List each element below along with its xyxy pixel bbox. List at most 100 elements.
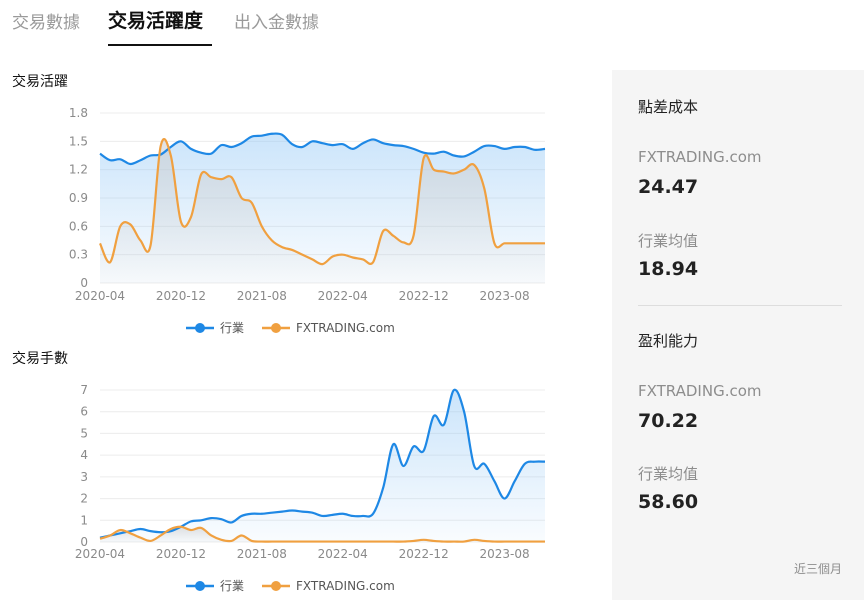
broker-data-point (170, 528, 172, 530)
industry-data-point (311, 511, 313, 513)
industry-data-point (463, 411, 465, 413)
broker-data-point (331, 540, 333, 542)
spread-cost-heading: 點差成本 (638, 98, 699, 116)
y-tick-label: 2 (80, 492, 88, 506)
broker-data-point (362, 258, 364, 260)
industry-data-point (372, 513, 374, 515)
industry-data-point (281, 510, 283, 512)
industry-data-point (220, 144, 222, 146)
broker-data-point (443, 540, 445, 542)
x-tick-label: 2021-08 (237, 289, 287, 303)
industry-data-point (493, 145, 495, 147)
broker-data-point (463, 168, 465, 170)
broker-data-point (372, 540, 374, 542)
x-tick-label: 2022-04 (318, 289, 368, 303)
broker-data-point (281, 540, 283, 542)
profit-broker-label: FXTRADING.com (638, 382, 762, 400)
industry-data-point (412, 445, 414, 447)
profit-broker-value: 70.22 (638, 410, 699, 432)
broker-data-point (291, 540, 293, 542)
activity-chart-title: 交易活躍 (12, 74, 68, 90)
industry-data-point (210, 517, 212, 519)
broker-data-point (443, 170, 445, 172)
tab-trading-data[interactable]: 交易數據 (12, 8, 80, 33)
broker-data-point (159, 145, 161, 147)
industry-data-point (271, 133, 273, 135)
legend-item-industry[interactable]: 行業 (186, 579, 244, 593)
industry-data-point (200, 519, 202, 521)
broker-data-point (129, 532, 131, 534)
broker-data-point (433, 540, 435, 542)
industry-data-point (321, 142, 323, 144)
x-tick-label: 2021-08 (237, 547, 287, 561)
industry-data-point (402, 145, 404, 147)
industry-data-point (149, 530, 151, 532)
legend-item-industry[interactable]: 行業 (186, 321, 244, 335)
industry-data-point (190, 520, 192, 522)
industry-data-point (453, 154, 455, 156)
broker-data-point (392, 235, 394, 237)
broker-data-point (261, 225, 263, 227)
broker-data-point (402, 540, 404, 542)
panel-divider (638, 305, 842, 306)
broker-data-point (99, 242, 101, 244)
broker-data-point (210, 176, 212, 178)
broker-data-point (402, 241, 404, 243)
industry-data-point (129, 163, 131, 165)
legend-label: FXTRADING.com (296, 321, 395, 335)
broker-data-point (271, 540, 273, 542)
broker-data-point (412, 540, 414, 542)
broker-data-point (271, 239, 273, 241)
industry-data-point (443, 151, 445, 153)
broker-data-point (170, 154, 172, 156)
legend-item-broker[interactable]: FXTRADING.com (262, 321, 395, 335)
broker-data-point (281, 246, 283, 248)
x-tick-label: 2022-12 (399, 289, 449, 303)
industry-data-point (99, 152, 101, 154)
broker-data-point (534, 242, 536, 244)
broker-data-point (200, 173, 202, 175)
activity-chart: 0 0.3 0.6 0.9 1.2 1.5 1.8 2020-04 2020-12 2021-08… (69, 106, 546, 335)
tab-bar: 交易數據 交易活躍度 出入金數據 (0, 0, 600, 48)
broker-data-point (352, 540, 354, 542)
industry-data-point (483, 145, 485, 147)
industry-data-point (331, 514, 333, 516)
industry-data-point (281, 134, 283, 136)
broker-data-point (180, 526, 182, 528)
industry-data-point (362, 142, 364, 144)
tab-trading-activity[interactable]: 交易活躍度 (108, 6, 203, 33)
volume-chart: 012345672020-04 2020-12 2021-08 2022-04 2022… (75, 383, 546, 593)
y-tick-label: 0.3 (69, 248, 88, 262)
broker-data-point (139, 239, 141, 241)
broker-data-point (230, 176, 232, 178)
broker-data-point (372, 261, 374, 263)
x-tick-label: 2020-04 (75, 547, 125, 561)
industry-data-point (493, 480, 495, 482)
industry-data-point (240, 142, 242, 144)
legend-marker (195, 323, 205, 333)
legend-marker (271, 581, 281, 591)
broker-data-point (412, 235, 414, 237)
industry-data-point (301, 146, 303, 148)
industry-data-point (534, 149, 536, 151)
legend-item-broker[interactable]: FXTRADING.com (262, 579, 395, 593)
y-tick-label: 1.5 (69, 134, 88, 148)
broker-data-point (119, 225, 121, 227)
y-tick-label: 5 (80, 426, 88, 440)
broker-data-point (331, 255, 333, 257)
industry-data-point (291, 143, 293, 145)
broker-data-point (342, 253, 344, 255)
industry-data-point (261, 134, 263, 136)
industry-data-point (382, 142, 384, 144)
broker-data-point (109, 261, 111, 263)
broker-data-point (190, 529, 192, 531)
industry-data-point (342, 143, 344, 145)
industry-data-point (392, 144, 394, 146)
tab-deposit-withdrawal-data[interactable]: 出入金數據 (234, 8, 319, 33)
broker-data-point (483, 187, 485, 189)
broker-data-point (311, 258, 313, 260)
legend-marker (195, 581, 205, 591)
industry-data-point (453, 389, 455, 391)
broker-data-point (483, 540, 485, 542)
industry-data-point (534, 460, 536, 462)
